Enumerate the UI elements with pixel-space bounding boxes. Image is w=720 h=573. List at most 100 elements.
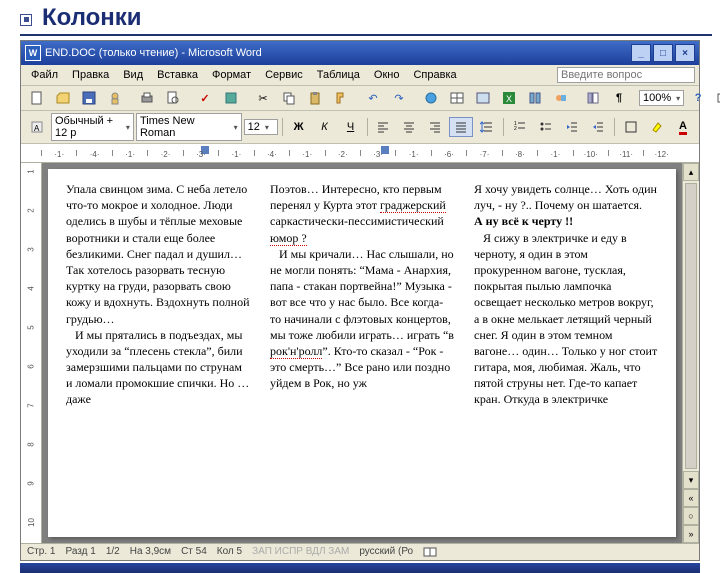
tables-icon[interactable] — [445, 88, 469, 108]
line-spacing-icon[interactable] — [475, 117, 499, 137]
svg-text:2: 2 — [514, 126, 517, 132]
cut-icon[interactable]: ✂ — [251, 88, 275, 108]
separator — [614, 118, 615, 136]
menu-help[interactable]: Справка — [407, 67, 462, 83]
help-icon[interactable]: ? — [686, 88, 710, 108]
open-icon[interactable] — [51, 88, 75, 108]
align-center-icon[interactable] — [397, 117, 421, 137]
close-button[interactable]: × — [675, 44, 695, 62]
status-lang: русский (Ро — [359, 546, 413, 558]
next-page-icon[interactable]: » — [683, 525, 699, 543]
style-dropdown[interactable]: Обычный + 12 p — [51, 113, 134, 141]
separator — [503, 118, 504, 136]
align-right-icon[interactable] — [423, 117, 447, 137]
undo-icon[interactable]: ↶ — [361, 88, 385, 108]
new-doc-icon[interactable] — [25, 88, 49, 108]
column-1: Упала свинцом зима. С неба летело что-то… — [66, 181, 250, 525]
styles-pane-icon[interactable]: A — [25, 117, 49, 137]
status-modes: ЗАП ИСПР ВДЛ ЗАМ — [252, 546, 349, 558]
vertical-ruler[interactable]: 12345678910 — [21, 163, 42, 543]
column-2: Поэтов… Интересно, кто первым перенял у … — [270, 181, 454, 525]
status-page: Стр. 1 — [27, 546, 55, 558]
insert-table-icon[interactable] — [471, 88, 495, 108]
status-book-icon[interactable] — [423, 546, 437, 558]
bullet-icon — [20, 14, 32, 26]
docmap-icon[interactable] — [581, 88, 605, 108]
statusbar: Стр. 1 Разд 1 1/2 На 3,9см Ст 54 Кол 5 З… — [21, 543, 699, 560]
standard-toolbar: ✓ ✂ ↶ ↷ X ¶ 100% ? — [21, 86, 699, 111]
spellcheck-icon[interactable]: ✓ — [193, 88, 217, 108]
minimize-button[interactable]: _ — [631, 44, 651, 62]
show-marks-icon[interactable]: ¶ — [607, 88, 631, 108]
permissions-icon[interactable] — [103, 88, 127, 108]
svg-text:X: X — [506, 94, 512, 104]
column-3: Я хочу увидеть солнце… Хоть один луч, - … — [474, 181, 658, 525]
decrease-indent-icon[interactable] — [560, 117, 584, 137]
drawing-icon[interactable] — [549, 88, 573, 108]
slide-title: Колонки — [20, 4, 712, 36]
horizontal-ruler[interactable]: ·1··4· ·1··2· ·3··1· ·4··1· ·2··3· ·1··6… — [21, 144, 699, 163]
status-col: Кол 5 — [217, 546, 242, 558]
spell-error: юмор ? — [270, 231, 307, 246]
status-line: Ст 54 — [181, 546, 207, 558]
borders-icon[interactable] — [619, 117, 643, 137]
font-dropdown[interactable]: Times New Roman — [136, 113, 242, 141]
separator — [282, 118, 283, 136]
word-window: W END.DOC (только чтение) - Microsoft Wo… — [20, 40, 700, 561]
menu-edit[interactable]: Правка — [66, 67, 115, 83]
preview-icon[interactable] — [161, 88, 185, 108]
align-justify-icon[interactable] — [449, 117, 473, 137]
scroll-thumb[interactable] — [685, 183, 697, 469]
app-icon: W — [25, 45, 41, 61]
save-icon[interactable] — [77, 88, 101, 108]
menu-view[interactable]: Вид — [117, 67, 149, 83]
numbered-list-icon[interactable]: 12 — [508, 117, 532, 137]
redo-icon[interactable]: ↷ — [387, 88, 411, 108]
help-search-input[interactable] — [557, 67, 695, 83]
columns-icon[interactable] — [523, 88, 547, 108]
scroll-down-icon[interactable]: ▾ — [683, 471, 699, 489]
menu-file[interactable]: Файл — [25, 67, 64, 83]
status-pages: 1/2 — [106, 546, 120, 558]
format-painter-icon[interactable] — [329, 88, 353, 108]
menu-format[interactable]: Формат — [206, 67, 257, 83]
paste-icon[interactable] — [303, 88, 327, 108]
scroll-up-icon[interactable]: ▴ — [683, 163, 699, 181]
copy-icon[interactable] — [277, 88, 301, 108]
menu-insert[interactable]: Вставка — [151, 67, 204, 83]
svg-text:A: A — [34, 124, 40, 133]
menu-tools[interactable]: Сервис — [259, 67, 309, 83]
formatting-toolbar: A Обычный + 12 p Times New Roman 12 Ж К … — [21, 111, 699, 144]
research-icon[interactable] — [219, 88, 243, 108]
italic-icon[interactable]: К — [313, 117, 337, 137]
hyperlink-icon[interactable] — [419, 88, 443, 108]
prev-page-icon[interactable]: « — [683, 489, 699, 507]
window-title: END.DOC (только чтение) - Microsoft Word — [45, 47, 262, 59]
spell-error: граджерский — [380, 198, 446, 213]
slide-footer-bar — [20, 563, 700, 573]
highlight-icon[interactable] — [645, 117, 669, 137]
titlebar: W END.DOC (только чтение) - Microsoft Wo… — [21, 41, 699, 65]
bulleted-list-icon[interactable] — [534, 117, 558, 137]
font-color-icon[interactable]: A — [671, 117, 695, 137]
vertical-scrollbar[interactable]: ▴ ▾ « ○ » — [682, 163, 699, 543]
document-page[interactable]: Упала свинцом зима. С неба летело что-то… — [48, 169, 676, 537]
print-icon[interactable] — [135, 88, 159, 108]
spell-error: рок'н'ролл — [270, 344, 322, 359]
zoom-dropdown[interactable]: 100% — [639, 90, 684, 106]
maximize-button[interactable]: □ — [653, 44, 673, 62]
menu-table[interactable]: Таблица — [311, 67, 366, 83]
excel-icon[interactable]: X — [497, 88, 521, 108]
menu-window[interactable]: Окно — [368, 67, 406, 83]
increase-indent-icon[interactable] — [586, 117, 610, 137]
menubar: Файл Правка Вид Вставка Формат Сервис Та… — [21, 65, 699, 86]
help-search[interactable] — [557, 67, 695, 83]
status-section: Разд 1 — [65, 546, 95, 558]
status-at: На 3,9см — [130, 546, 171, 558]
bold-icon[interactable]: Ж — [287, 117, 311, 137]
size-dropdown[interactable]: 12 — [244, 119, 278, 135]
align-left-icon[interactable] — [371, 117, 395, 137]
read-icon[interactable] — [712, 88, 720, 108]
browse-object-icon[interactable]: ○ — [683, 507, 699, 525]
underline-icon[interactable]: Ч — [339, 117, 363, 137]
